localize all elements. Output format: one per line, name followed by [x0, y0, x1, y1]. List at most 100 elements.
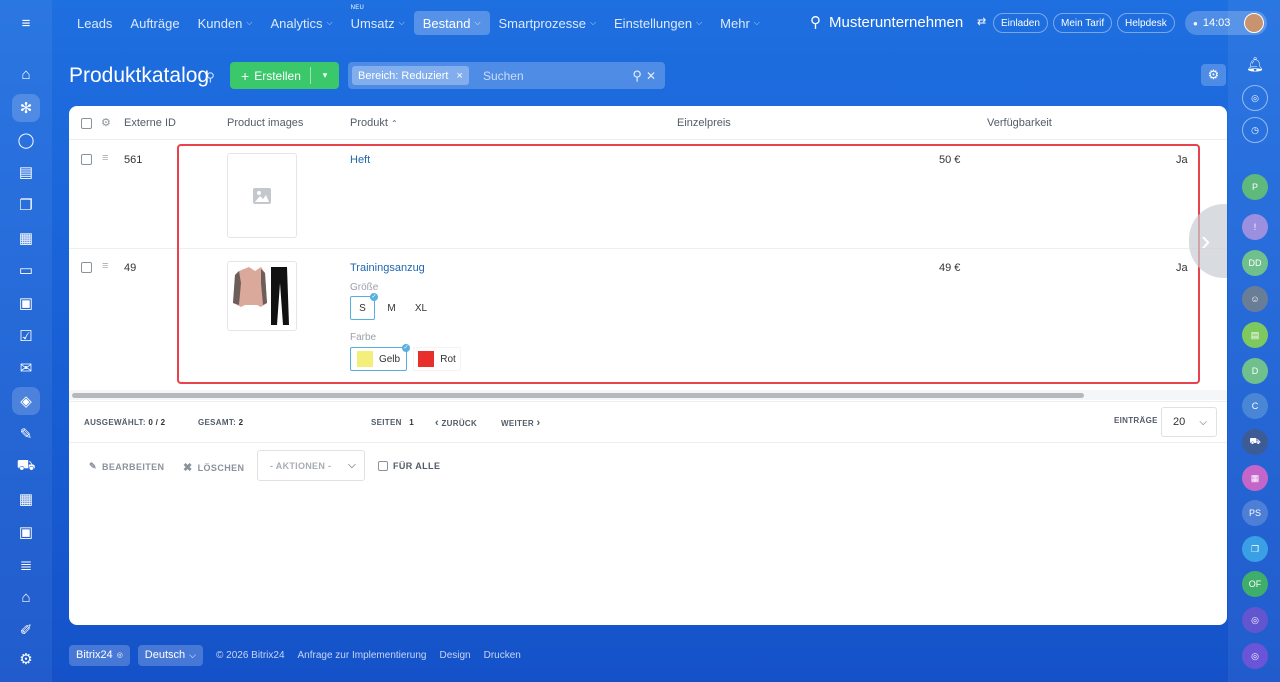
close-icon[interactable]: × [457, 70, 463, 82]
avatar-p[interactable]: P [1242, 174, 1268, 200]
plus-icon: + [241, 67, 250, 84]
nav-label: Aufträge [130, 15, 180, 31]
nav-bestand[interactable]: Bestand ⌵ [413, 11, 490, 35]
nav-kunden[interactable]: Kunden ⌵ [189, 11, 262, 35]
company-search[interactable]: ⚲ Musterunternehmen [810, 13, 963, 32]
chat-icon[interactable]: ❐ [14, 193, 38, 217]
clock-widget[interactable]: ● 14:03 [1185, 11, 1267, 35]
mail-icon[interactable]: ✉ [14, 356, 38, 380]
chevron-down-icon: ⌵ [246, 18, 253, 27]
edit-button[interactable]: ✎ BEARBEITEN [89, 461, 164, 472]
pin-icon[interactable]: ⚲ [206, 70, 215, 84]
checklist-icon[interactable]: ☑ [14, 324, 38, 348]
avatar-openline2-icon[interactable]: ◎ [1242, 643, 1268, 669]
highlight-frame [177, 144, 1200, 384]
filter-icon[interactable]: ≣ [14, 553, 38, 577]
col-availability[interactable]: Verfügbarkeit [987, 117, 1052, 129]
hamburger-icon[interactable]: ≡ [14, 11, 38, 35]
search-input[interactable]: Suchen [483, 69, 632, 83]
invite-button[interactable]: Einladen [993, 13, 1048, 33]
design-link[interactable]: Design [439, 650, 470, 661]
tariff-button[interactable]: Mein Tarif [1053, 13, 1113, 33]
notifications-icon[interactable]: 🔔︎ [1242, 51, 1268, 77]
next-link[interactable]: WEITER › [501, 417, 540, 429]
nav-mehr[interactable]: Mehr ⌵ [711, 11, 769, 35]
gear-icon[interactable]: ⚙ [1201, 64, 1226, 86]
language-select[interactable]: Deutsch ⌵ [137, 644, 203, 666]
col-external-id[interactable]: Externe ID [124, 117, 176, 129]
checkbox[interactable] [378, 461, 388, 471]
avatar-chat-icon[interactable]: ❐ [1242, 536, 1268, 562]
page-number: 1 [409, 418, 415, 427]
avatar-calendar-icon[interactable]: ▦ [1242, 465, 1268, 491]
openlines-icon[interactable]: ◎ [1242, 85, 1268, 111]
avatar-c[interactable]: C [1242, 393, 1268, 419]
messenger-icon[interactable]: ◷ [1242, 117, 1268, 143]
clear-icon[interactable]: ✕ [646, 69, 656, 83]
row-checkbox[interactable] [81, 262, 92, 273]
drag-handle-icon[interactable]: ≡ [102, 152, 108, 164]
shop-cart-icon[interactable]: ⛟ [14, 454, 38, 478]
actions-select[interactable]: - AKTIONEN - ⌵ [257, 450, 365, 481]
search-icon[interactable]: ⚲ [632, 68, 642, 84]
filter-search[interactable]: Bereich: Reduziert × Suchen ⚲ ✕ [348, 62, 665, 89]
actions-select-label: - AKTIONEN - [270, 460, 332, 471]
avatar-bus-icon[interactable]: ⛟ [1242, 429, 1268, 455]
footer: Bitrix24 ◎ Deutsch ⌵ © 2026 Bitrix24 Anfra… [69, 644, 521, 666]
avatar-photo[interactable]: ☺ [1242, 286, 1268, 312]
helpdesk-button[interactable]: Helpdesk [1117, 13, 1175, 33]
avatar-openline-icon[interactable]: ◎ [1242, 607, 1268, 633]
nav-analytics[interactable]: Analytics ⌵ [261, 11, 341, 35]
home-icon[interactable]: ⌂ [14, 62, 38, 86]
tasks-icon[interactable]: ◯ [14, 128, 38, 152]
feed-icon[interactable]: ✻ [12, 94, 40, 122]
contact-center-icon[interactable]: ▣ [14, 291, 38, 315]
sign-icon[interactable]: ✎ [14, 422, 38, 446]
sliders-icon[interactable]: ⇄ [977, 15, 986, 28]
delete-button[interactable]: ✖ LÖSCHEN [183, 461, 244, 474]
nav-auftraege[interactable]: Aufträge [121, 11, 188, 35]
inventory-icon[interactable]: ⌂ [14, 585, 38, 609]
for-all-checkbox[interactable]: FÜR ALLE [378, 461, 440, 471]
col-price[interactable]: Einzelpreis [677, 117, 731, 129]
booking-icon[interactable]: ▦ [14, 487, 38, 511]
avatar-card-icon[interactable]: ▤ [1242, 322, 1268, 348]
print-link[interactable]: Drucken [484, 650, 521, 661]
nav-einstellungen[interactable]: Einstellungen ⌵ [605, 11, 711, 35]
filter-tag[interactable]: Bereich: Reduziert × [352, 66, 469, 85]
col-images[interactable]: Product images [227, 117, 303, 129]
sites-icon[interactable]: ▣ [14, 520, 38, 544]
docs-icon[interactable]: ▤ [14, 160, 38, 184]
crm-icon[interactable]: ◈ [12, 387, 40, 415]
avatar-of[interactable]: OF [1242, 571, 1268, 597]
edit-label: BEARBEITEN [101, 461, 165, 472]
create-button[interactable]: + Erstellen ▾ [230, 62, 339, 89]
user-avatar[interactable] [1244, 13, 1264, 33]
nav-smartprozesse[interactable]: Smartprozesse ⌵ [490, 11, 606, 35]
nav-leads[interactable]: Leads [68, 11, 121, 35]
nav-label: Bestand [422, 15, 471, 31]
back-link[interactable]: ‹ ZURÜCK [435, 417, 477, 429]
column-settings-icon[interactable]: ⚙ [101, 116, 111, 129]
drive-icon[interactable]: ▭ [14, 258, 38, 282]
avatar-d[interactable]: D [1242, 358, 1268, 384]
col-product[interactable]: Produkt ⌃ [350, 117, 398, 129]
create-main[interactable]: + Erstellen [230, 68, 310, 84]
settings-gear-icon[interactable]: ⚙ [14, 647, 38, 671]
edit-doc-icon[interactable]: ✐ [14, 618, 38, 642]
chevron-down-icon[interactable]: ▾ [311, 70, 339, 81]
implementation-link[interactable]: Anfrage zur Implementierung [298, 650, 427, 661]
table-header: ⚙ Externe ID Product images Produkt ⌃ Ei… [69, 106, 1227, 140]
nav-umsatz[interactable]: NEU Umsatz ⌵ [342, 5, 414, 35]
avatar-dd[interactable]: DD [1242, 250, 1268, 276]
avatar-ps[interactable]: PS [1242, 500, 1268, 526]
select-all-checkbox[interactable] [81, 118, 92, 129]
avatar-info[interactable]: ! [1242, 214, 1268, 240]
horizontal-scrollbar[interactable] [72, 393, 1084, 398]
calendar-icon[interactable]: ▦ [14, 226, 38, 250]
chevron-down-icon: ⌵ [1199, 416, 1207, 428]
brand-button[interactable]: Bitrix24 ◎ [69, 644, 130, 666]
row-checkbox[interactable] [81, 154, 92, 165]
drag-handle-icon[interactable]: ≡ [102, 260, 108, 272]
entries-select[interactable]: 20 ⌵ [1161, 407, 1217, 437]
